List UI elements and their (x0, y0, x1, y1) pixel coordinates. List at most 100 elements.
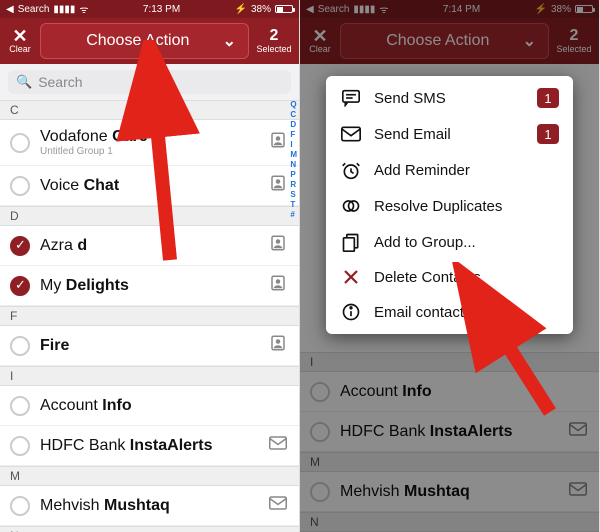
contact-name: Voice Chat (40, 177, 267, 195)
choose-action-label: Choose Action (86, 32, 189, 50)
menu-item-label: Add Reminder (374, 162, 470, 179)
index-letter[interactable]: R (290, 180, 297, 189)
contact-name: HDFC Bank InstaAlerts (340, 423, 567, 441)
index-letter[interactable]: P (290, 170, 297, 179)
index-letter[interactable]: F (290, 130, 297, 139)
search-bar: 🔍 Search (0, 64, 299, 100)
select-radio[interactable] (10, 133, 30, 153)
section-header: M (0, 466, 299, 486)
wifi-icon: ᯤ (379, 2, 388, 16)
select-radio[interactable] (10, 396, 30, 416)
menu-item-delete[interactable]: Delete Contacts (326, 260, 573, 294)
contact-type-icon (267, 496, 289, 515)
select-radio[interactable] (10, 236, 30, 256)
charging-icon: ⚡ (535, 4, 547, 15)
clear-label: Clear (6, 44, 34, 54)
select-radio[interactable] (10, 336, 30, 356)
menu-item-sms[interactable]: Send SMS1 (326, 80, 573, 116)
contact-row[interactable]: Account Info (0, 386, 299, 426)
index-strip[interactable]: QCDFIMNPRST# (290, 100, 297, 219)
menu-item-info[interactable]: Email contacts info... (326, 294, 573, 330)
section-header: N (0, 526, 299, 532)
contact-name: Azra d (40, 237, 267, 255)
contact-type-icon (267, 131, 289, 154)
index-letter[interactable]: D (290, 120, 297, 129)
selected-label: Selected (255, 44, 293, 54)
contact-row[interactable]: Fire (0, 326, 299, 366)
index-letter[interactable]: N (290, 160, 297, 169)
section-header: D (0, 206, 299, 226)
select-radio[interactable] (10, 276, 30, 296)
status-back-label[interactable]: Search (318, 4, 350, 15)
status-time: 7:14 PM (443, 4, 480, 15)
selected-count-button[interactable]: 2 Selected (255, 28, 293, 54)
choose-action-button[interactable]: Choose Action ⌄ (340, 23, 549, 59)
menu-item-label: Send SMS (374, 90, 446, 107)
selected-count-button[interactable]: 2 Selected (555, 28, 593, 54)
clear-button[interactable]: ✕ Clear (306, 28, 334, 54)
menu-item-label: Email contacts info... (374, 304, 512, 321)
contact-name: Mehvish Mushtaq (40, 497, 267, 515)
action-menu: Send SMS1Send Email1 Add Reminder Resolve … (326, 76, 573, 334)
menu-item-reminder[interactable]: Add Reminder (326, 152, 573, 188)
select-radio[interactable] (10, 176, 30, 196)
back-chevron-icon[interactable]: ◀ (6, 4, 14, 15)
selected-count: 2 (255, 28, 293, 44)
status-back-label[interactable]: Search (18, 4, 50, 15)
contact-list[interactable]: C Vodafone CareUntitled Group 1 Voice Chat… (0, 100, 299, 532)
contact-name: Account Info (340, 383, 567, 401)
contact-row[interactable]: Mehvish Mushtaq (0, 486, 299, 526)
index-letter[interactable]: C (290, 110, 297, 119)
menu-item-label: Resolve Duplicates (374, 198, 502, 215)
contact-name: HDFC Bank InstaAlerts (40, 437, 267, 455)
contact-name: Account Info (40, 397, 267, 415)
choose-action-label: Choose Action (386, 32, 489, 50)
menu-item-email[interactable]: Send Email1 (326, 116, 573, 152)
contact-type-icon (267, 174, 289, 197)
battery-pct: 38% (251, 4, 271, 15)
header: ✕ Clear Choose Action ⌄ 2 Selected (0, 18, 299, 64)
section-header: N (300, 512, 599, 532)
selected-count: 2 (555, 28, 593, 44)
contact-row[interactable]: My Delights (0, 266, 299, 306)
index-letter[interactable]: # (290, 210, 297, 219)
search-input[interactable]: 🔍 Search (8, 70, 291, 94)
selected-label: Selected (555, 44, 593, 54)
menu-item-group[interactable]: Add to Group... (326, 224, 573, 260)
index-letter[interactable]: S (290, 190, 297, 199)
email-icon (340, 126, 362, 142)
index-letter[interactable]: M (290, 150, 297, 159)
charging-icon: ⚡ (235, 4, 247, 15)
contact-row[interactable]: Account Info (300, 372, 599, 412)
contact-row[interactable]: Vodafone CareUntitled Group 1 (0, 120, 299, 166)
select-radio[interactable] (310, 382, 330, 402)
resolve-icon (340, 196, 362, 216)
choose-action-button[interactable]: Choose Action ⌄ (40, 23, 249, 59)
contact-name: Mehvish Mushtaq (340, 483, 567, 501)
index-letter[interactable]: T (290, 200, 297, 209)
sms-icon (340, 89, 362, 107)
contact-row[interactable]: HDFC Bank InstaAlerts (300, 412, 599, 452)
contact-row[interactable]: Azra d (0, 226, 299, 266)
index-letter[interactable]: I (290, 140, 297, 149)
select-radio[interactable] (10, 496, 30, 516)
index-letter[interactable]: Q (290, 100, 297, 109)
header: ✕ Clear Choose Action ⌄ 2 Selected (300, 18, 599, 64)
select-radio[interactable] (310, 422, 330, 442)
select-radio[interactable] (310, 482, 330, 502)
menu-item-label: Add to Group... (374, 234, 476, 251)
contact-row[interactable]: HDFC Bank InstaAlerts (0, 426, 299, 466)
contact-row[interactable]: Voice Chat (0, 166, 299, 206)
menu-item-label: Delete Contacts (374, 269, 481, 286)
select-radio[interactable] (10, 436, 30, 456)
contact-type-icon (267, 274, 289, 297)
menu-item-resolve[interactable]: Resolve Duplicates (326, 188, 573, 224)
section-header: M (300, 452, 599, 472)
clear-button[interactable]: ✕ Clear (6, 28, 34, 54)
back-chevron-icon[interactable]: ◀ (306, 4, 314, 15)
menu-item-label: Send Email (374, 126, 451, 143)
contact-row[interactable]: Mehvish Mushtaq (300, 472, 599, 512)
contact-name: Vodafone CareUntitled Group 1 (40, 128, 267, 157)
section-header: F (0, 306, 299, 326)
status-bar: ◀ Search ▮▮▮▮ ᯤ 7:14 PM ⚡ 38% (300, 0, 599, 18)
